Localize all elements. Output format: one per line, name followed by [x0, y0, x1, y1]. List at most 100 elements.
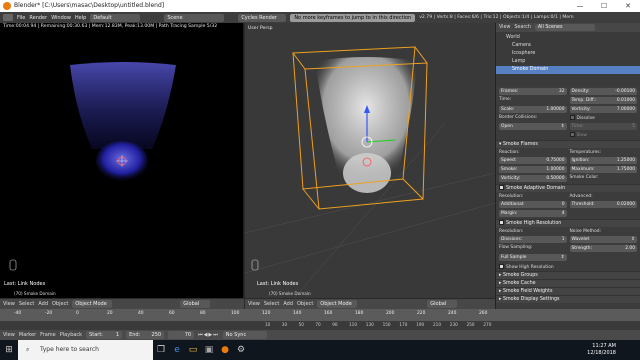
pivot-select-right[interactable]: Global	[427, 300, 458, 308]
noise-method-label: Noise Method:	[569, 229, 602, 234]
view-menu-right[interactable]: View	[248, 301, 260, 307]
flow-sampling-select[interactable]: Full Sample ⇕	[499, 254, 567, 261]
rendered-viewport[interactable]: Time:00:04.94 | Remaining:00:30.63 | Mem…	[0, 23, 244, 309]
end-frame-field[interactable]: End: 250	[126, 331, 165, 339]
object-menu-right[interactable]: Object	[297, 301, 313, 307]
timeline-frame-label: 50	[298, 322, 304, 327]
noise-method-select[interactable]: Wavelet ⇕	[569, 236, 637, 243]
timeline-marker-menu[interactable]: Marker	[19, 332, 36, 338]
warning-message: No more keyframes to jump to in this dir…	[290, 13, 416, 22]
current-frame-field[interactable]: 70	[168, 331, 195, 339]
smoke-cache-section[interactable]: ▸ Smoke Cache	[496, 279, 640, 287]
frames-field[interactable]: Frames: 32	[499, 88, 567, 95]
high-resolution-section[interactable]: Smoke High Resolution	[496, 219, 640, 227]
temp-diff-field[interactable]: Temp. Diff.: 0.01000	[569, 97, 637, 104]
menu-window[interactable]: Window	[51, 15, 71, 21]
viewport-header-right: View Select Add Object Object Mode Globa…	[245, 298, 495, 309]
show-high-resolution-checkbox[interactable]: Show High Resolution	[496, 263, 640, 271]
slow-checkbox[interactable]: Slow	[569, 132, 638, 138]
render-engine-select[interactable]: Cycles Render	[238, 13, 287, 22]
timeline-frame-label: 230	[449, 322, 458, 327]
flame-vorticity-field[interactable]: Vorticity: 0.50000	[499, 175, 567, 182]
mode-select[interactable]: Object Mode	[72, 300, 113, 308]
start-icon[interactable]: ⊞	[0, 340, 18, 360]
sync-mode-select[interactable]: No Sync	[222, 331, 267, 339]
store-icon[interactable]: ▣	[201, 340, 217, 360]
timeline-frame-label: 70	[315, 322, 321, 327]
timeline-tick-label: 260	[479, 311, 488, 316]
smoke-field-weights-section[interactable]: ▸ Smoke Field Weights	[496, 287, 640, 295]
outliner-item-smoke-domain[interactable]: Smoke Domain	[496, 66, 640, 74]
border-collisions-select[interactable]: Open ⇕	[499, 123, 567, 130]
timeline-ruler[interactable]: -40 -20 0 20 40 60 80 100 120 140 160 180 200 220 240 2…	[0, 309, 640, 321]
outliner-item-icosphere[interactable]: Icosphere	[506, 50, 640, 58]
density-field[interactable]: Density: -0.00100	[569, 88, 637, 95]
smoke-display-settings-section[interactable]: ▸ Smoke Display Settings	[496, 295, 640, 303]
outliner-view-menu[interactable]: View	[499, 25, 510, 30]
timeline-frame-label: 90	[332, 322, 338, 327]
outliner-search-menu[interactable]: Search	[514, 25, 530, 30]
speed-field[interactable]: Speed: 0.75000	[499, 157, 567, 164]
last-operator-label-right: Last: Link Nodes	[257, 281, 299, 287]
view-menu[interactable]: View	[3, 301, 15, 307]
outliner: View Search All Scenes World Camera Icos…	[495, 23, 640, 86]
outliner-item-camera[interactable]: Camera	[506, 42, 640, 50]
dissolve-checkbox[interactable]: Dissolve	[569, 115, 638, 121]
settings-icon[interactable]: ⚙	[233, 340, 249, 360]
add-menu-right[interactable]: Add	[283, 301, 293, 307]
timeline-editor[interactable]: -40 -20 0 20 40 60 80 100 120 140 160 180 200 220 240 2…	[0, 309, 640, 340]
scale-field[interactable]: Scale: 1.00000	[499, 106, 567, 113]
threshold-field[interactable]: Threshold: 0.02000	[569, 201, 637, 208]
file-explorer-icon[interactable]: ▭	[185, 340, 201, 360]
scene-selector[interactable]: Scene	[164, 13, 225, 22]
margin-field[interactable]: Margin: 4	[499, 210, 567, 217]
resolution-label: Resolution:	[499, 194, 524, 199]
taskbar-search-input[interactable]: ⌕ Type here to search	[18, 340, 153, 360]
smoke-groups-section[interactable]: ▸ Smoke Groups	[496, 271, 640, 279]
pivot-select[interactable]: Global	[180, 300, 211, 308]
smoke-flames-section[interactable]: ▾ Smoke Flames	[496, 140, 640, 148]
select-menu[interactable]: Select	[19, 301, 34, 307]
adaptive-domain-section[interactable]: Smoke Adaptive Domain	[496, 184, 640, 192]
outliner-item-world[interactable]: World	[506, 34, 640, 42]
maximize-button[interactable]: ☐	[592, 0, 616, 12]
task-view-icon[interactable]: ❐	[153, 340, 169, 360]
menu-help[interactable]: Help	[75, 15, 86, 21]
start-frame-field[interactable]: Start: 1	[86, 331, 123, 339]
editor-type-icon[interactable]	[3, 14, 13, 21]
highres-resolution-label: Resolution:	[499, 229, 524, 234]
dissolve-time-field[interactable]: Time: 5	[569, 123, 637, 130]
outliner-item-lamp[interactable]: Lamp	[506, 58, 640, 66]
object-menu[interactable]: Object	[52, 301, 68, 307]
add-menu[interactable]: Add	[38, 301, 48, 307]
blender-taskbar-icon[interactable]: ●	[217, 340, 233, 360]
active-object-label: (70) Smoke Domain	[14, 291, 56, 296]
menu-render[interactable]: Render	[29, 15, 47, 21]
system-clock[interactable]: 11:27 AM 12/18/2018	[587, 343, 640, 357]
blender-logo-icon	[3, 2, 11, 10]
timeline-playback-menu[interactable]: Playback	[60, 332, 82, 338]
solid-viewport[interactable]: User Persp Last: Link Nodes (70) Smoke D…	[245, 23, 495, 309]
close-button[interactable]: ✕	[616, 0, 640, 12]
timeline-header: View Marker Frame Playback Start: 1 End: 2…	[0, 330, 640, 340]
minimize-button[interactable]: —	[568, 0, 592, 12]
timeline-view-menu[interactable]: View	[3, 332, 15, 338]
playback-controls[interactable]: ⏮◀▶⏭	[198, 332, 219, 338]
divisions-field[interactable]: Divisions: 1	[499, 236, 567, 243]
edge-icon[interactable]: e	[169, 340, 185, 360]
additional-field[interactable]: Additional: 0	[499, 201, 567, 208]
maximum-field[interactable]: Maximum: 1.75000	[569, 166, 637, 173]
select-menu-right[interactable]: Select	[264, 301, 279, 307]
layout-selector[interactable]: Default	[90, 13, 141, 22]
ignition-field[interactable]: Ignition: 1.25000	[569, 157, 637, 164]
mode-select-right[interactable]: Object Mode	[317, 300, 358, 308]
menu-file[interactable]: File	[17, 15, 25, 21]
reaction-label: Reaction:	[499, 150, 520, 155]
smoke-field[interactable]: Smoke: 1.00000	[499, 166, 567, 173]
timeline-frame-menu[interactable]: Frame	[40, 332, 56, 338]
timeline-tick-label: 220	[417, 311, 426, 316]
outliner-display-select[interactable]: All Scenes	[534, 24, 595, 31]
vorticity-field[interactable]: Vorticity: 7.00000	[569, 106, 637, 113]
strength-field[interactable]: Strength: 2.00	[569, 245, 637, 252]
timeline-frame-bar[interactable]: 10 30 50 70 90 110 130 150 170 190 210 230 250 270	[0, 321, 640, 330]
